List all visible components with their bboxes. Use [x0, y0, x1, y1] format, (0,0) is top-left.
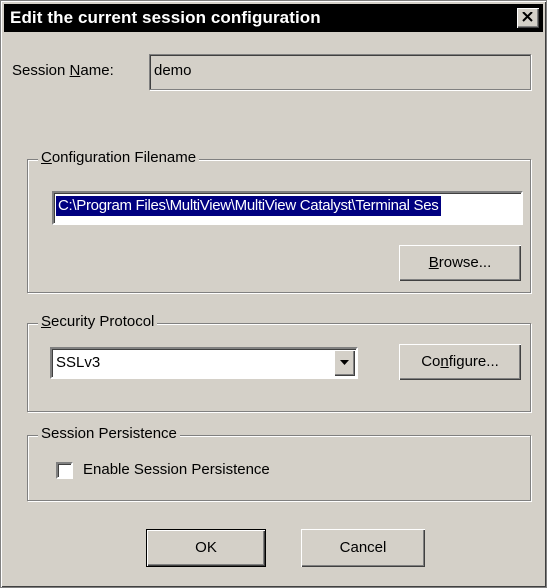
configure-button[interactable]: Configure... — [399, 344, 521, 380]
dialog-title: Edit the current session configuration — [10, 8, 321, 27]
close-button[interactable] — [517, 8, 539, 28]
ok-button[interactable]: OK — [146, 529, 266, 567]
dropdown-button[interactable] — [334, 350, 355, 376]
browse-button[interactable]: Browse... — [399, 245, 521, 281]
configure-button-label: Configure... — [421, 353, 499, 370]
ok-button-label: OK — [195, 539, 217, 556]
security-protocol-select[interactable]: SSLv3 — [50, 347, 358, 379]
config-filename-group-title: Configuration Filename — [38, 149, 200, 166]
close-icon — [522, 12, 533, 22]
cancel-button[interactable]: Cancel — [301, 529, 425, 567]
enable-persistence-checkbox[interactable] — [56, 462, 73, 479]
security-protocol-group-title: Security Protocol — [38, 313, 158, 330]
session-name-value: demo — [154, 62, 192, 79]
config-filename-value: C:\Program Files\MultiView\MultiView Cat… — [56, 196, 441, 216]
title-bar[interactable]: Edit the current session configuration — [4, 4, 543, 32]
browse-button-label: Browse... — [428, 254, 492, 271]
config-filename-input[interactable]: C:\Program Files\MultiView\MultiView Cat… — [52, 191, 523, 225]
session-name-field: demo — [149, 54, 531, 90]
enable-persistence-label[interactable]: Enable Session Persistence — [83, 461, 270, 478]
session-name-label: Session Name: — [12, 62, 114, 79]
security-protocol-value: SSLv3 — [56, 354, 101, 371]
session-persistence-group-title: Session Persistence — [38, 425, 180, 442]
cancel-button-label: Cancel — [339, 539, 387, 556]
session-config-dialog: Edit the current session configuration S… — [0, 0, 547, 588]
chevron-down-icon — [340, 360, 349, 365]
